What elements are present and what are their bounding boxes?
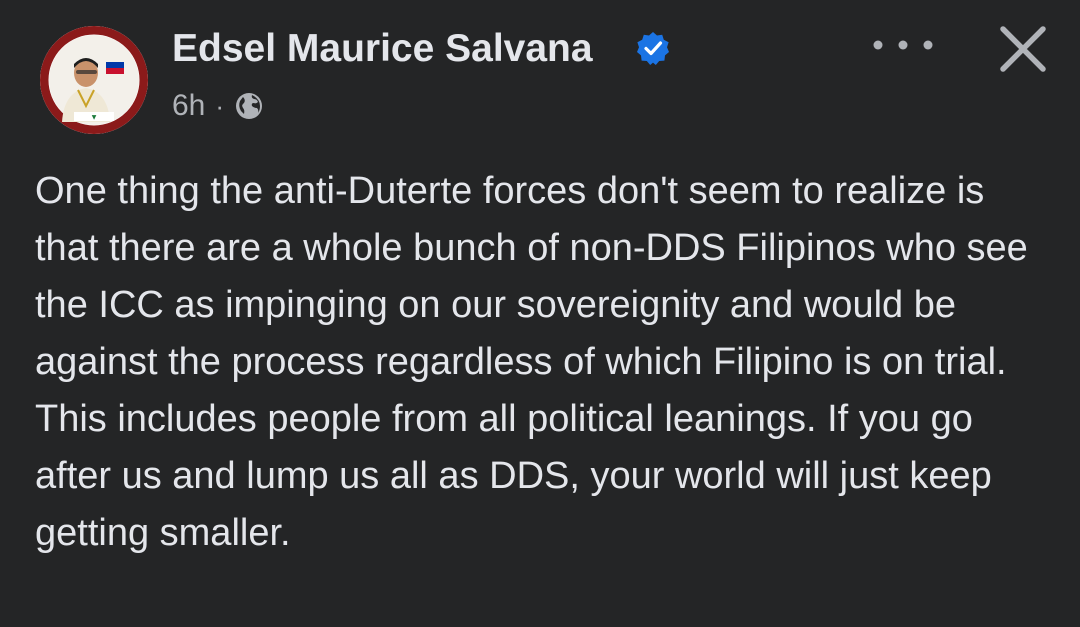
svg-text:▼: ▼ bbox=[92, 114, 97, 121]
author-name[interactable]: Edsel Maurice Salvana bbox=[172, 26, 593, 72]
author-avatar[interactable]: ▼ bbox=[40, 26, 148, 134]
post-meta: 6h · bbox=[172, 86, 264, 126]
post-timestamp[interactable]: 6h bbox=[172, 89, 205, 123]
meta-separator: · bbox=[215, 90, 225, 121]
post-body-text: One thing the anti-Duterte forces don't … bbox=[35, 170, 1028, 554]
more-horizontal-icon[interactable] bbox=[868, 22, 938, 68]
close-icon[interactable] bbox=[994, 20, 1052, 78]
facebook-post: ▼ Edsel Maurice Salvana 6h · One thing t… bbox=[0, 0, 1080, 627]
avatar-seal-image: ▼ bbox=[40, 26, 148, 134]
globe-icon[interactable] bbox=[234, 91, 264, 121]
verified-badge-icon bbox=[637, 32, 669, 65]
